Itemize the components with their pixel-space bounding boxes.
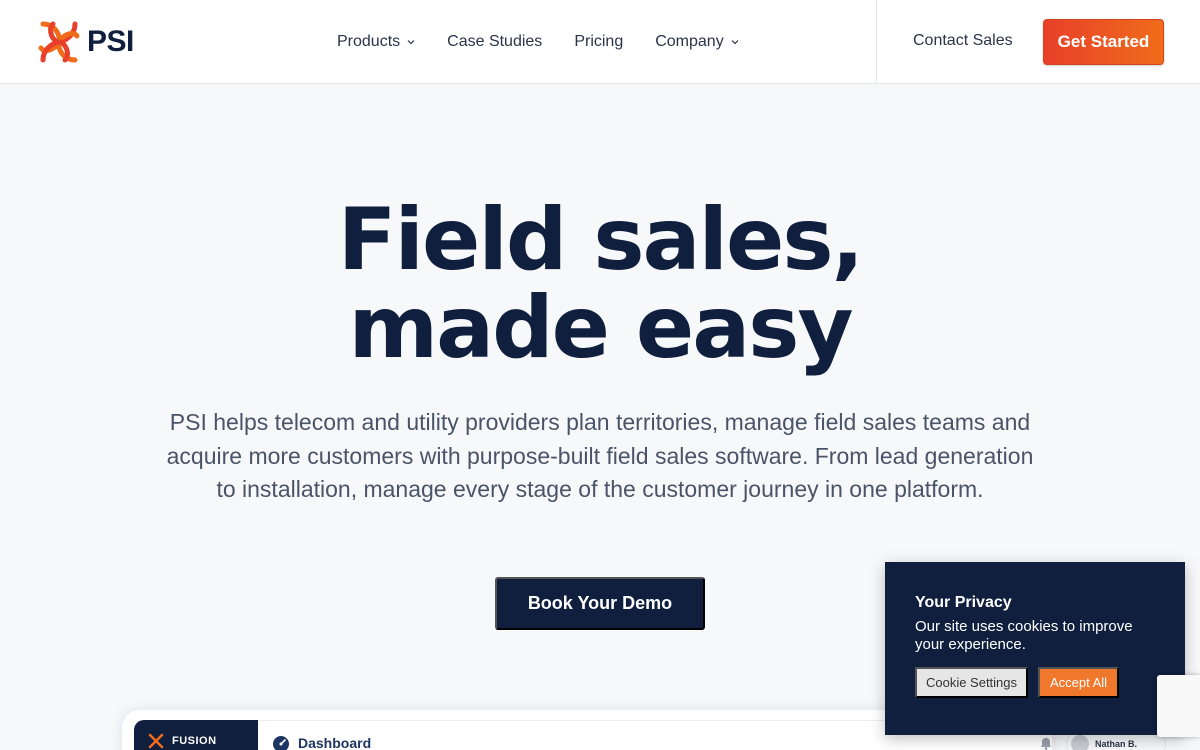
hero-title-line2: made easy [348,278,853,378]
hero-title: Field sales, made easy [0,196,1200,372]
hero-subtitle: PSI helps telecom and utility providers … [166,409,1034,502]
recaptcha-badge[interactable] [1157,675,1200,737]
cookie-banner: Your Privacy Our site uses cookies to im… [885,562,1185,735]
get-started-button[interactable]: Get Started [1043,19,1164,65]
nav-item-case-studies[interactable]: Case Studies [431,0,558,84]
logo-text: PSI [87,25,134,58]
user-name: Nathan B. [1095,739,1138,749]
nav-item-label: Company [655,33,724,50]
site-header: PSI Products Case Studies Pricing Compan… [0,0,1200,84]
fusion-logo: FUSION [148,733,217,749]
nav-item-label: Case Studies [447,33,543,50]
dashboard-icon [273,736,289,750]
nav-item-label: Pricing [574,33,624,50]
header-divider [876,0,877,84]
nav-item-pricing[interactable]: Pricing [558,0,639,84]
nav-item-label: Products [337,33,401,50]
book-demo-button[interactable]: Book Your Demo [495,577,705,630]
nav-item-company[interactable]: Company [639,0,754,84]
chevron-down-icon [407,40,415,45]
accept-all-button[interactable]: Accept All [1038,667,1119,698]
psi-logo-icon [38,21,80,63]
nav-item-products[interactable]: Products [321,0,431,84]
bell-icon [1041,738,1051,750]
cookie-title: Your Privacy [915,594,1012,611]
psi-logo[interactable]: PSI [35,18,134,66]
dashboard-title: Dashboard [298,735,372,750]
avatar [1071,735,1089,750]
contact-sales-link[interactable]: Contact Sales [913,32,1013,50]
fusion-logo-icon [148,733,164,749]
cookie-text: Our site uses cookies to improve your ex… [915,618,1133,653]
main-nav: Products Case Studies Pricing Company [321,0,755,84]
cookie-settings-button[interactable]: Cookie Settings [915,667,1028,698]
app-preview-sidebar: FUSION [134,720,258,750]
chevron-down-icon [731,40,739,45]
hero-title-line1: Field sales, [337,190,864,290]
fusion-app-name: FUSION [172,735,217,747]
